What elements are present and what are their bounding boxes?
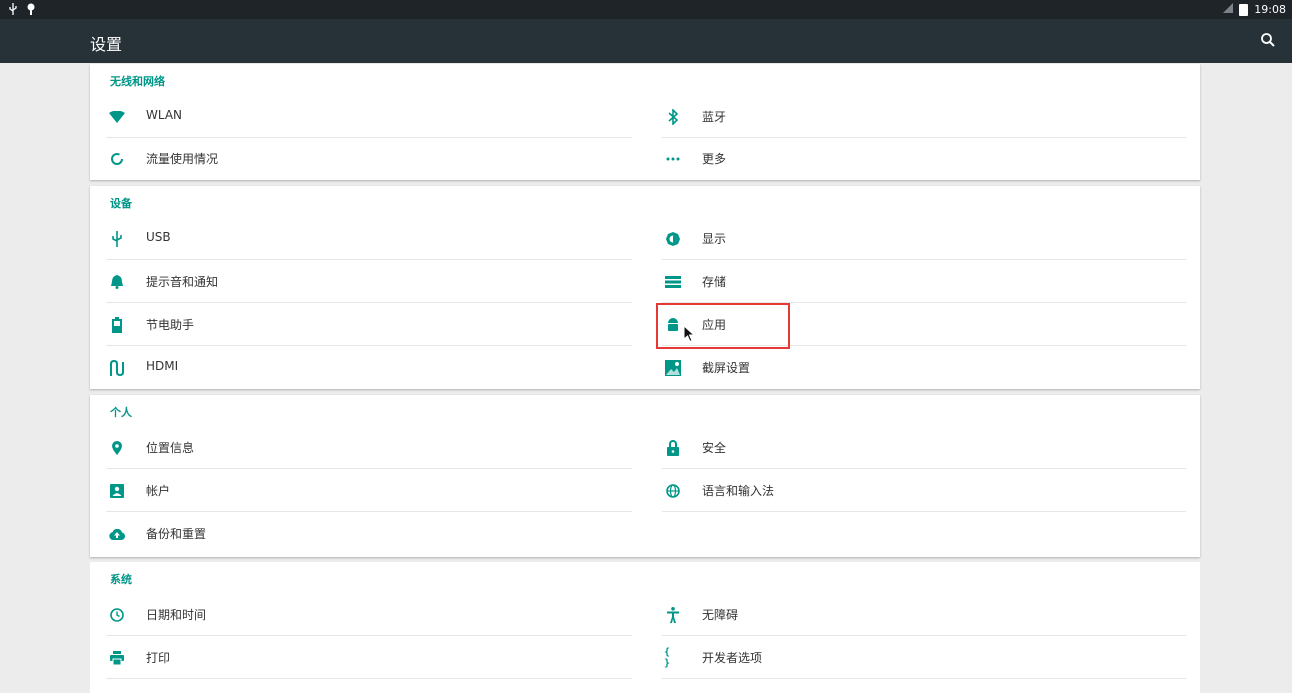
battery-status-icon — [1239, 3, 1249, 16]
mouse-cursor-icon — [683, 324, 696, 346]
setting-display[interactable]: 显示 — [646, 218, 1200, 260]
setting-wlan[interactable]: WLAN — [90, 96, 646, 138]
setting-bluetooth[interactable]: 蓝牙 — [646, 96, 1200, 138]
setting-backup[interactable]: 备份和重置 — [90, 513, 646, 555]
section-device: 设备 USB 显示 提示音和通知 存储 节电助手 应用 HDMI 截屏设置 — [90, 186, 1200, 389]
section-system: 系统 日期和时间 无障碍 打印 { } 开发者选项 — [90, 562, 1200, 693]
setting-accounts[interactable]: 帐户 — [90, 470, 646, 512]
setting-security[interactable]: 安全 — [646, 427, 1200, 469]
setting-label: 提示音和通知 — [146, 275, 219, 289]
setting-data-usage[interactable]: 流量使用情况 — [90, 138, 646, 180]
setting-label: 安全 — [702, 441, 727, 455]
section-title: 设备 — [110, 197, 132, 210]
setting-printing[interactable]: 打印 — [90, 637, 646, 679]
cloud-upload-icon — [108, 525, 126, 543]
setting-label: 打印 — [146, 651, 171, 665]
setting-label: 更多 — [702, 152, 727, 166]
globe-icon — [664, 482, 682, 500]
setting-date-time[interactable]: 日期和时间 — [90, 594, 646, 636]
highlight-box — [656, 303, 790, 349]
setting-label: 帐户 — [146, 484, 171, 498]
bell-icon — [108, 273, 126, 291]
setting-label: 备份和重置 — [146, 527, 207, 541]
search-button[interactable] — [1256, 28, 1280, 52]
clock-icon — [108, 606, 126, 624]
setting-label: 位置信息 — [146, 441, 195, 455]
signal-icon — [1223, 3, 1234, 16]
lock-icon — [664, 439, 682, 457]
setting-accessibility[interactable]: 无障碍 — [646, 594, 1200, 636]
bluetooth-icon — [664, 108, 682, 126]
accessibility-icon — [664, 606, 682, 624]
setting-label: 流量使用情况 — [146, 152, 219, 166]
setting-label: 无障碍 — [702, 608, 739, 622]
wifi-icon — [108, 108, 126, 126]
status-bar: 19:08 — [0, 0, 1292, 19]
setting-more[interactable]: 更多 — [646, 138, 1200, 180]
data-usage-icon — [108, 150, 126, 168]
setting-label: 截屏设置 — [702, 361, 751, 375]
app-bar: 设置 — [0, 19, 1292, 63]
setting-battery-saver[interactable]: 节电助手 — [90, 304, 646, 346]
print-icon — [108, 649, 126, 667]
setting-language[interactable]: 语言和输入法 — [646, 470, 1200, 512]
storage-icon — [664, 273, 682, 291]
android-debug-icon — [26, 3, 36, 18]
setting-usb[interactable]: USB — [90, 218, 646, 260]
brightness-icon — [664, 230, 682, 248]
setting-label: 开发者选项 — [702, 651, 763, 665]
code-braces-icon: { } — [664, 647, 671, 669]
usb-status-icon — [8, 3, 18, 18]
setting-label: 语言和输入法 — [702, 484, 775, 498]
location-icon — [108, 439, 126, 457]
screenshot-icon — [664, 359, 682, 377]
section-title: 系统 — [110, 573, 132, 586]
account-icon — [108, 482, 126, 500]
section-personal: 个人 位置信息 安全 帐户 语言和输入法 备份和重置 — [90, 395, 1200, 557]
section-wireless: 无线和网络 WLAN 蓝牙 流量使用情况 更多 — [90, 64, 1200, 180]
setting-label: 蓝牙 — [702, 110, 727, 124]
battery-icon — [108, 316, 126, 334]
section-title: 个人 — [110, 406, 132, 419]
section-title: 无线和网络 — [110, 75, 165, 88]
setting-hdmi[interactable]: HDMI — [90, 347, 646, 389]
setting-label: 存储 — [702, 275, 727, 289]
setting-screenshot[interactable]: 截屏设置 — [646, 347, 1200, 389]
hdmi-icon — [108, 359, 126, 377]
setting-label: WLAN — [146, 108, 183, 122]
more-icon — [664, 150, 682, 168]
setting-label: 节电助手 — [146, 318, 195, 332]
setting-label: HDMI — [146, 359, 179, 373]
setting-location[interactable]: 位置信息 — [90, 427, 646, 469]
page-title: 设置 — [90, 35, 123, 54]
search-icon — [1261, 33, 1275, 47]
setting-storage[interactable]: 存储 — [646, 261, 1200, 303]
setting-label: USB — [146, 230, 171, 244]
setting-developer-options[interactable]: { } 开发者选项 — [646, 637, 1200, 679]
setting-label: 显示 — [702, 232, 727, 246]
setting-sound[interactable]: 提示音和通知 — [90, 261, 646, 303]
setting-label: 日期和时间 — [146, 608, 207, 622]
usb-icon — [108, 230, 126, 248]
clock-time: 19:08 — [1254, 3, 1286, 16]
